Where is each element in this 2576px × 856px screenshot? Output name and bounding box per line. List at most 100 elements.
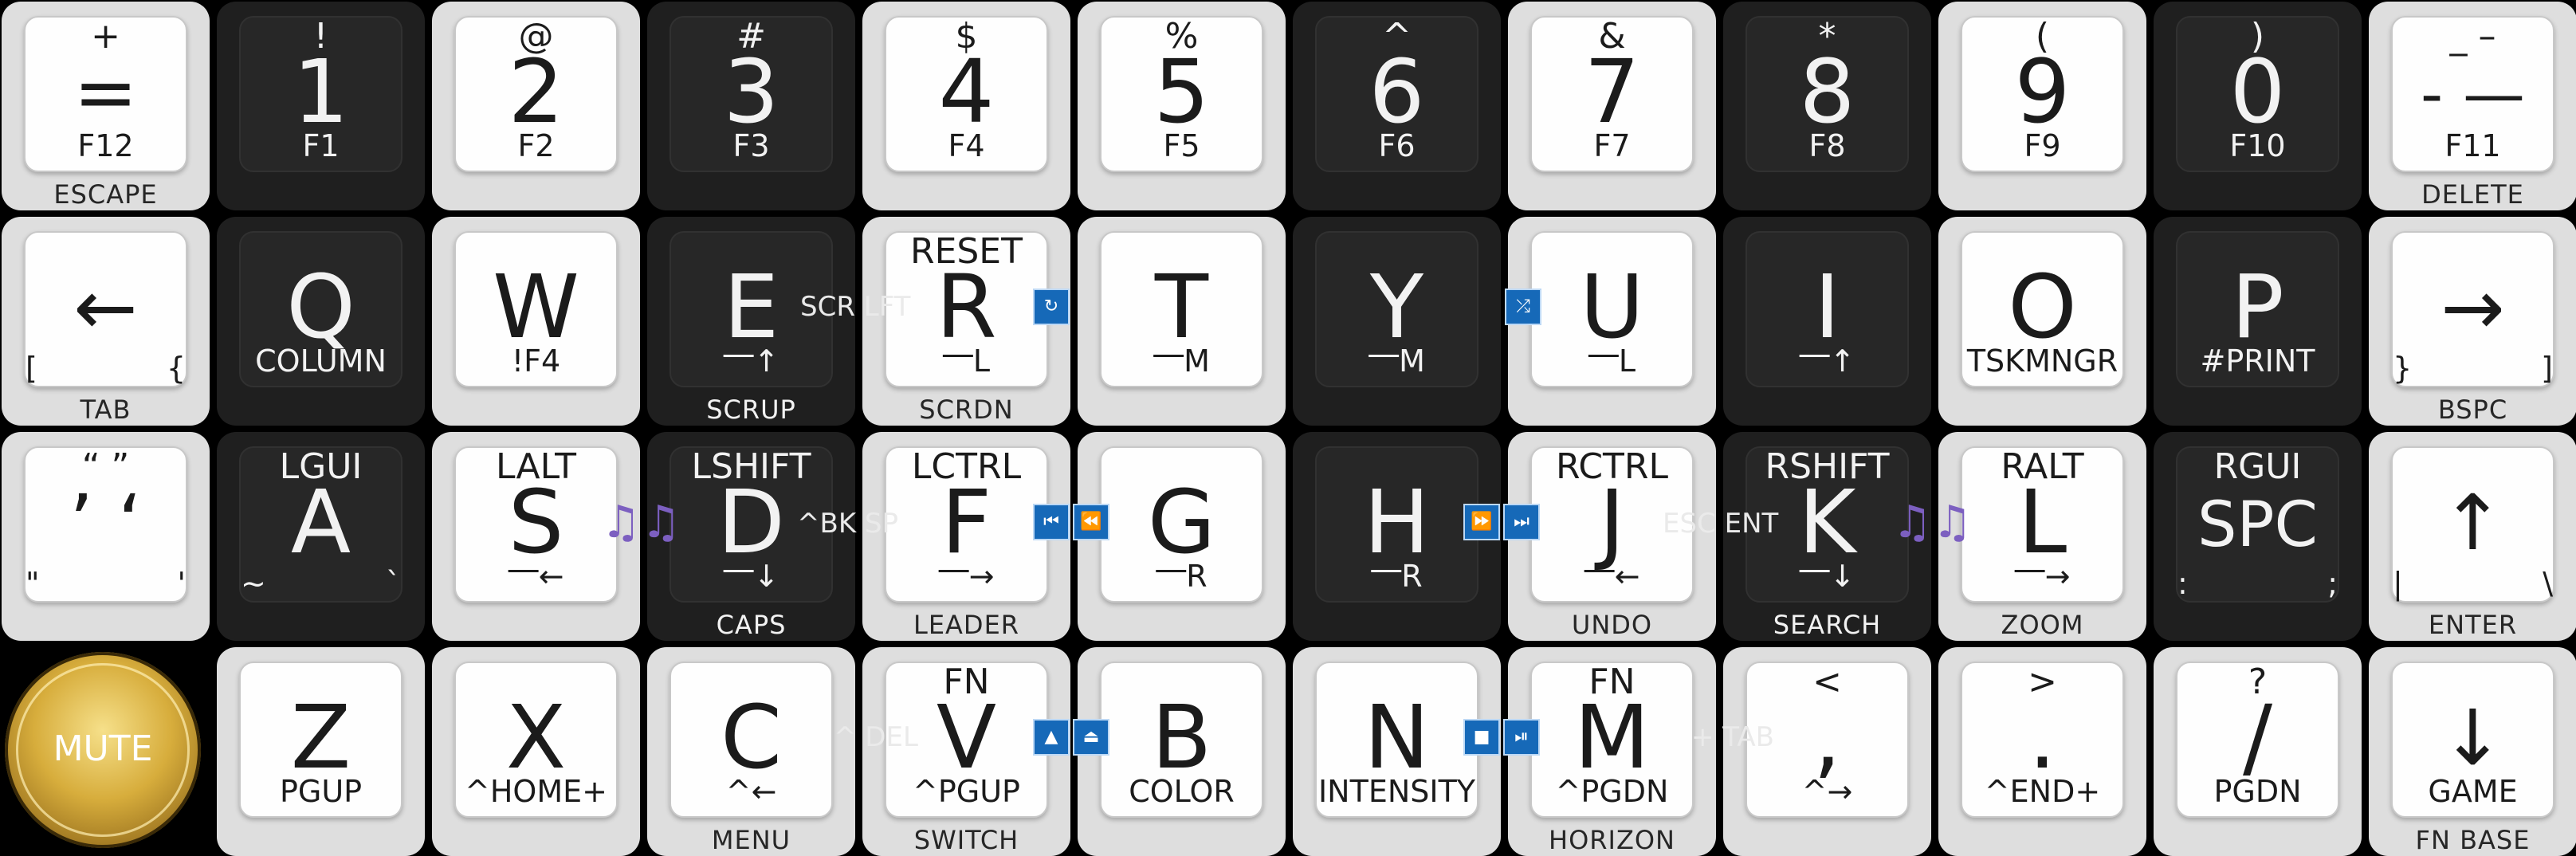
- key-8[interactable]: * 8 F8: [1723, 2, 1931, 210]
- key-sub-label: ⎻M: [1153, 344, 1210, 379]
- combo-shuffle-icon[interactable]: ⤮: [1505, 289, 1541, 325]
- key-corner-right-label: \: [2543, 566, 2553, 601]
- key-w[interactable]: W !F4: [432, 217, 640, 426]
- key-main-label: 5: [1153, 41, 1210, 143]
- key-sub-label: ^→: [1801, 774, 1853, 809]
- music-notes-icon: ♫♫: [601, 497, 681, 548]
- key-minus[interactable]: _ – - — F11 DELETE: [2369, 2, 2576, 210]
- key-sub-label: COLUMN: [255, 344, 387, 379]
- key-sub-label: PGDN: [2213, 774, 2302, 809]
- key-9[interactable]: (9 F9: [1938, 2, 2146, 210]
- key-sub-label: F1: [302, 128, 340, 163]
- key-main-label: 6: [1368, 41, 1425, 143]
- key-sub-label: ⎻←: [1584, 559, 1640, 594]
- key-sub-label: ⎻L: [942, 344, 991, 379]
- key-c[interactable]: C ^← MENU: [647, 647, 855, 856]
- key-sub-label: ⎻R: [1156, 559, 1208, 594]
- key-sub-label: F12: [77, 128, 134, 163]
- key-main-label: O: [2008, 256, 2077, 358]
- key-sub-label: F7: [1593, 128, 1631, 163]
- key-left[interactable]: ← TAB [{: [2, 217, 210, 426]
- key-main-label: →: [2441, 263, 2505, 352]
- key-y[interactable]: Y ⎻M: [1293, 217, 1501, 426]
- key-eq[interactable]: + = F12 ESCAPE: [2, 2, 210, 210]
- key-main-label: 7: [1584, 41, 1640, 143]
- combo-fast-forward-icon[interactable]: ⏩: [1463, 504, 1500, 540]
- key-0[interactable]: ) 0 F10: [2154, 2, 2362, 210]
- key-4[interactable]: $4 F4: [862, 2, 1070, 210]
- combo-volume-up-icon[interactable]: ▲: [1033, 719, 1070, 756]
- key-sub-label: ⎻R: [1371, 559, 1423, 594]
- key-q[interactable]: Q COLUMN: [217, 217, 425, 426]
- key-main-label: A: [290, 471, 351, 573]
- key-main-label: X: [505, 686, 567, 788]
- key-main-label: ’ ‘: [69, 478, 143, 567]
- combo-previous-track-icon[interactable]: ⏮: [1033, 504, 1070, 540]
- combo-stop-icon[interactable]: ■: [1463, 719, 1500, 756]
- key-hold-label: SWITCH: [913, 825, 1019, 855]
- key-hold-label: HORIZON: [1549, 825, 1675, 855]
- key-hold-label: UNDO: [1571, 610, 1653, 640]
- key-sub-label: ⎻↑: [1799, 344, 1855, 379]
- key-o[interactable]: O TSKMNGR: [1938, 217, 2146, 426]
- combo-loop-icon[interactable]: ↻: [1033, 289, 1070, 325]
- key-slash[interactable]: ? / PGDN: [2154, 647, 2362, 856]
- keyboard-layout: + = F12 ESCAPE! 1 F1 @2 F2 #3 F3 $4 F4% 5 F5 ^ 6 F6 & 7 F7 *…: [0, 0, 2576, 856]
- key-corner-left-label: |: [2393, 566, 2403, 601]
- key-sub-label: F9: [2024, 128, 2061, 163]
- key-a[interactable]: LGUI A ~ `: [217, 432, 425, 641]
- key-hold-label: ESCAPE: [53, 179, 158, 210]
- key-corner-right-label: ;: [2327, 566, 2338, 601]
- combo-eject-icon[interactable]: ⏏: [1073, 719, 1109, 756]
- key-sub-label: ⎻M: [1368, 344, 1425, 379]
- key-down[interactable]: ↓ GAME FN BASE: [2369, 647, 2576, 856]
- combo-backspace-label: ^BK SP: [797, 508, 899, 540]
- combo-play-pause-icon[interactable]: ⏯: [1503, 719, 1540, 756]
- key-t[interactable]: T ⎻M: [1078, 217, 1286, 426]
- key-2[interactable]: @2 F2: [432, 2, 640, 210]
- key-corner-left-label: }: [2393, 351, 2413, 386]
- key-right[interactable]: → BSPC}]: [2369, 217, 2576, 426]
- key-p[interactable]: P #PRINT: [2154, 217, 2362, 426]
- key-1[interactable]: ! 1 F1: [217, 2, 425, 210]
- key-main-label: - —: [2421, 59, 2525, 131]
- key-sub-label: #PRINT: [2200, 344, 2315, 379]
- key-i[interactable]: I ⎻↑: [1723, 217, 1931, 426]
- key-spc[interactable]: RGUI SPC:;: [2154, 432, 2362, 641]
- combo-escape-enter-label: ESC ENT: [1663, 508, 1779, 540]
- key-corner-right-label: {: [166, 351, 186, 386]
- key-6[interactable]: ^ 6 F6: [1293, 2, 1501, 210]
- key-hold-label: ZOOM: [2001, 610, 2084, 640]
- key-z[interactable]: Z PGUP: [217, 647, 425, 856]
- key-main-label: SPC: [2197, 489, 2318, 561]
- key-main-label: T: [1154, 256, 1209, 358]
- key-sub-label: COLOR: [1129, 774, 1235, 809]
- combo-plus-tab-label: + TAB: [1691, 721, 1775, 753]
- mute-encoder-knob[interactable]: MUTE: [5, 652, 201, 848]
- key-main-label: ←: [73, 263, 138, 352]
- key-5[interactable]: % 5 F5: [1078, 2, 1286, 210]
- key-hold-label: DELETE: [2421, 179, 2524, 210]
- key-hold-label: MENU: [711, 825, 791, 855]
- key-up[interactable]: ↑ ENTER | \: [2369, 432, 2576, 641]
- key-hold-label: ENTER: [2428, 610, 2518, 640]
- key-corner-left-label: :: [2177, 566, 2188, 601]
- key-main-label: .: [2028, 686, 2056, 788]
- key-main-label: I: [1814, 256, 1840, 358]
- key-hold-label: FN BASE: [2415, 825, 2531, 855]
- key-sub-label: PGUP: [279, 774, 363, 809]
- mute-label: MUTE: [53, 728, 153, 769]
- key-sub-label: F3: [732, 128, 770, 163]
- key-7[interactable]: & 7 F7: [1508, 2, 1716, 210]
- key-period[interactable]: >. ^END+: [1938, 647, 2146, 856]
- key-hold-label: LEADER: [913, 610, 1020, 640]
- key-hold-label: BSPC: [2437, 395, 2508, 425]
- combo-next-track-icon[interactable]: ⏭: [1503, 504, 1540, 540]
- key-x[interactable]: X ^HOME+: [432, 647, 640, 856]
- key-3[interactable]: #3 F3: [647, 2, 855, 210]
- key-sub-label: F4: [948, 128, 985, 163]
- combo-delete-label: ^ DEL: [834, 721, 918, 753]
- key-sub-label: ⎻↑: [723, 344, 779, 379]
- key-quote[interactable]: “ ”’ ‘" ': [2, 432, 210, 641]
- combo-rewind-icon[interactable]: ⏪: [1073, 504, 1109, 540]
